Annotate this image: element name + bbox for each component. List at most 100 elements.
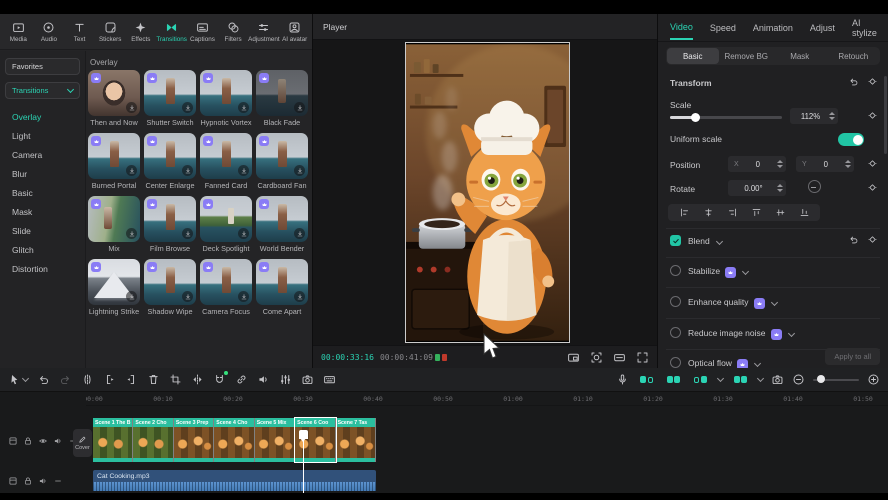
audio-clip[interactable]: Cat Cooking.mp3 bbox=[93, 470, 376, 482]
audio-waveform[interactable] bbox=[93, 482, 376, 491]
transition-world-bender[interactable]: World Bender bbox=[256, 196, 308, 253]
sidebar-item-blur[interactable]: Blur bbox=[0, 164, 85, 183]
keyframe-icon[interactable] bbox=[867, 110, 878, 121]
tab-adjust[interactable]: Adjust bbox=[810, 16, 835, 39]
transition-cardboard-fan[interactable]: Cardboard Fan bbox=[256, 133, 308, 190]
position-x-stepper[interactable]: X 0 bbox=[728, 156, 786, 172]
green-indicator[interactable] bbox=[435, 354, 440, 361]
chevron-down-icon[interactable] bbox=[770, 299, 777, 306]
reset-icon[interactable] bbox=[848, 234, 859, 245]
uniform-scale-toggle[interactable] bbox=[838, 133, 864, 146]
topbar-item-transitions[interactable]: Transitions bbox=[157, 15, 186, 49]
transition-camera-focus[interactable]: Camera Focus bbox=[200, 259, 252, 316]
clip-scene-7-tas[interactable]: Scene 7 Tas bbox=[336, 418, 376, 462]
clip-scene-5-mix[interactable]: Scene 5 Mix bbox=[255, 418, 295, 462]
rotate-dial[interactable] bbox=[808, 180, 821, 193]
download-icon[interactable] bbox=[238, 102, 249, 113]
sidebar-item-distortion[interactable]: Distortion bbox=[0, 259, 85, 278]
clip-scene-3-prep[interactable]: Scene 3 Prep bbox=[174, 418, 214, 462]
keyframe-icon[interactable] bbox=[867, 234, 878, 245]
align-t-icon[interactable] bbox=[751, 207, 762, 218]
transform-title[interactable]: Transform bbox=[670, 78, 712, 88]
transition-shutter-switch[interactable]: Shutter Switch bbox=[144, 70, 196, 127]
transition-fanned-card[interactable]: Fanned Card bbox=[200, 133, 252, 190]
download-icon[interactable] bbox=[294, 102, 305, 113]
keyframe-icon[interactable] bbox=[867, 76, 878, 87]
download-icon[interactable] bbox=[126, 291, 137, 302]
topbar-item-adjustment[interactable]: Adjustment bbox=[249, 15, 278, 49]
split-tool[interactable] bbox=[81, 373, 94, 386]
download-icon[interactable] bbox=[238, 228, 249, 239]
chevron-down-icon[interactable] bbox=[754, 360, 761, 367]
sidebar-item-light[interactable]: Light bbox=[0, 126, 85, 145]
topbar-item-filters[interactable]: Filters bbox=[219, 15, 248, 49]
download-icon[interactable] bbox=[182, 102, 193, 113]
quality-icon[interactable] bbox=[613, 351, 626, 364]
transition-deck-spotlight[interactable]: Deck Spotlight bbox=[200, 196, 252, 253]
align-l-icon[interactable] bbox=[679, 207, 690, 218]
category-dropdown[interactable]: Transitions bbox=[5, 82, 80, 99]
sidebar-item-camera[interactable]: Camera bbox=[0, 145, 85, 164]
undo-tool[interactable] bbox=[37, 373, 50, 386]
tab-animation[interactable]: Animation bbox=[753, 16, 793, 39]
download-icon[interactable] bbox=[238, 291, 249, 302]
scale-slider-knob[interactable] bbox=[691, 113, 700, 122]
subtab-mask[interactable]: Mask bbox=[774, 48, 826, 64]
mic-icon[interactable] bbox=[616, 373, 629, 386]
clip-scene-4-cho[interactable]: Scene 4 Cho bbox=[214, 418, 254, 462]
sidebar-item-overlay[interactable]: Overlay bbox=[0, 107, 85, 126]
cursor-tool[interactable] bbox=[8, 373, 28, 386]
playhead-handle[interactable] bbox=[299, 430, 308, 439]
topbar-item-media[interactable]: Media bbox=[4, 15, 33, 49]
ratio-icon[interactable] bbox=[567, 351, 580, 364]
track-options-icon[interactable] bbox=[8, 476, 18, 486]
transition-mix[interactable]: Mix bbox=[88, 196, 140, 253]
trim-right-tool[interactable] bbox=[125, 373, 138, 386]
position-y-stepper[interactable]: Y 0 bbox=[796, 156, 854, 172]
mixer-tool[interactable] bbox=[279, 373, 292, 386]
transition-center-enlarge[interactable]: Center Enlarge bbox=[144, 133, 196, 190]
lock-icon[interactable] bbox=[23, 436, 33, 446]
download-icon[interactable] bbox=[126, 228, 137, 239]
subtab-retouch[interactable]: Retouch bbox=[828, 48, 880, 64]
tab-video[interactable]: Video bbox=[670, 15, 693, 40]
transition-film-browse[interactable]: Film Browse bbox=[144, 196, 196, 253]
topbar-item-stickers[interactable]: Stickers bbox=[96, 15, 125, 49]
blend-checkbox[interactable] bbox=[670, 235, 681, 246]
download-icon[interactable] bbox=[182, 165, 193, 176]
sidebar-item-glitch[interactable]: Glitch bbox=[0, 240, 85, 259]
inspector-scrollbar[interactable] bbox=[884, 76, 887, 154]
snapshot-tool[interactable] bbox=[301, 373, 314, 386]
download-icon[interactable] bbox=[294, 228, 305, 239]
enhance-quality-checkbox[interactable] bbox=[670, 296, 681, 307]
minus-icon[interactable] bbox=[53, 476, 63, 486]
chevron-down-icon[interactable] bbox=[787, 330, 794, 337]
subtab-basic[interactable]: Basic bbox=[667, 48, 719, 64]
link-tool[interactable] bbox=[235, 373, 248, 386]
magnet-tool[interactable] bbox=[213, 373, 226, 386]
download-icon[interactable] bbox=[126, 165, 137, 176]
subtab-remove-bg[interactable]: Remove BG bbox=[721, 48, 773, 64]
transition-then-and-now[interactable]: Then and Now bbox=[88, 70, 140, 127]
download-icon[interactable] bbox=[294, 291, 305, 302]
sidebar-item-basic[interactable]: Basic bbox=[0, 183, 85, 202]
crop-tool[interactable] bbox=[169, 373, 182, 386]
mute-tool[interactable] bbox=[257, 373, 270, 386]
chevron-down-icon[interactable] bbox=[742, 268, 749, 275]
transition-come-apart[interactable]: Come Apart bbox=[256, 259, 308, 316]
topbar-item-audio[interactable]: Audio bbox=[35, 15, 64, 49]
timeline-zoom-slider[interactable] bbox=[813, 379, 859, 381]
rotate-stepper[interactable]: 0.00° bbox=[728, 180, 786, 196]
keyframe-icon[interactable] bbox=[867, 182, 878, 193]
mirror-tool[interactable] bbox=[191, 373, 204, 386]
topbar-item-effects[interactable]: Effects bbox=[127, 15, 156, 49]
reset-icon[interactable] bbox=[848, 76, 859, 87]
download-icon[interactable] bbox=[238, 165, 249, 176]
focus-icon[interactable] bbox=[590, 351, 603, 364]
sidebar-item-slide[interactable]: Slide bbox=[0, 221, 85, 240]
timeline-feature-toggle-4[interactable] bbox=[731, 374, 750, 386]
lock-icon[interactable] bbox=[23, 476, 33, 486]
track-options-icon[interactable] bbox=[8, 436, 18, 446]
eye-icon[interactable] bbox=[38, 436, 48, 446]
tab-ai-stylize[interactable]: AI stylize bbox=[852, 14, 877, 44]
